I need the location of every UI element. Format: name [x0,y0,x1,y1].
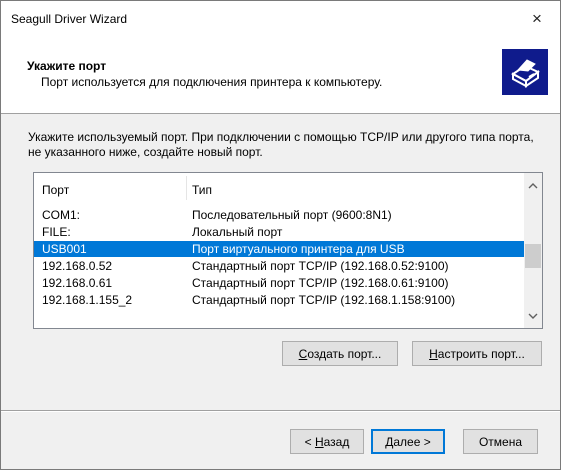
scroll-up-button[interactable] [524,177,542,194]
next-button[interactable]: Далее > [371,429,445,454]
table-row[interactable]: 192.168.0.61 Стандартный порт TCP/IP (19… [34,275,524,291]
type-cell: Последовательный порт (9600:8N1) [192,208,392,222]
wizard-header: Укажите порт Порт используется для подкл… [1,37,560,114]
footer-divider-highlight [1,411,560,412]
port-cell: 192.168.1.155_2 [42,293,133,307]
scroll-thumb[interactable] [525,244,541,268]
column-separator[interactable] [186,176,187,200]
create-port-button[interactable]: Создать порт... [282,341,398,366]
port-cell: 192.168.0.61 [42,276,113,290]
port-cell: FILE: [42,225,71,239]
printer-icon [502,49,548,95]
type-cell: Порт виртуального принтера для USB [192,242,405,256]
page-title: Укажите порт [27,59,107,73]
column-header-type[interactable]: Тип [192,183,212,197]
port-cell: USB001 [42,242,87,256]
column-header-port[interactable]: Порт [42,183,69,197]
configure-port-button[interactable]: Настроить порт... [412,341,542,366]
wizard-window: Seagull Driver Wizard × Укажите порт Пор… [0,0,561,470]
type-cell: Стандартный порт TCP/IP (192.168.0.61:91… [192,276,449,290]
window-title: Seagull Driver Wizard [11,12,128,26]
port-list[interactable]: Порт Тип COM1: Последовательный порт (96… [33,172,543,329]
close-button[interactable]: × [514,1,560,37]
close-icon: × [532,9,542,28]
table-row-selected[interactable]: USB001 Порт виртуального принтера для US… [34,241,524,257]
table-row[interactable]: 192.168.1.155_2 Стандартный порт TCP/IP … [34,292,524,308]
type-cell: Стандартный порт TCP/IP (192.168.0.52:91… [192,259,449,273]
type-cell: Стандартный порт TCP/IP (192.168.1.158:9… [192,293,456,307]
vertical-scrollbar[interactable] [524,173,542,328]
type-cell: Локальный порт [192,225,283,239]
title-bar: Seagull Driver Wizard × [1,1,560,37]
scroll-down-button[interactable] [524,307,542,324]
port-cell: 192.168.0.52 [42,259,113,273]
page-subtitle: Порт используется для подключения принте… [41,75,383,89]
port-list-header: Порт Тип [34,173,524,203]
back-button[interactable]: < Назад [290,429,364,454]
port-cell: COM1: [42,208,81,222]
table-row[interactable]: FILE: Локальный порт [34,224,524,240]
table-row[interactable]: 192.168.0.52 Стандартный порт TCP/IP (19… [34,258,524,274]
table-row[interactable]: COM1: Последовательный порт (9600:8N1) [34,207,524,223]
chevron-up-icon [528,182,538,188]
instruction-text: Укажите используемый порт. При подключен… [28,130,534,159]
cancel-button[interactable]: Отмена [463,429,538,454]
chevron-down-icon [528,313,538,319]
